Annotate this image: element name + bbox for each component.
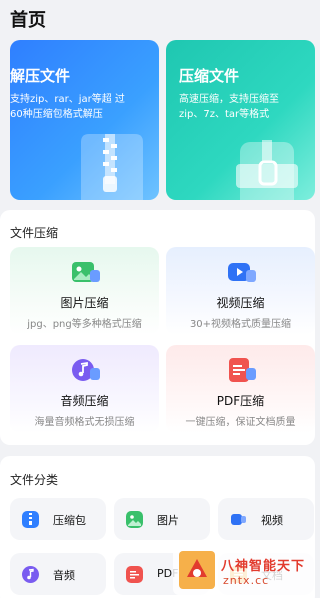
video-icon: [228, 263, 256, 282]
watermark: 八神智能天下 zntx.cc: [173, 545, 315, 595]
compress-files-card[interactable]: 压缩文件 高速压缩，支持压缩至zip、7z、tar等格式: [166, 40, 315, 200]
feature-desc: 30+视频格式质量压缩: [189, 319, 292, 330]
compress-card-title: 压缩文件: [179, 67, 240, 85]
watermark-text: 八神智能天下: [221, 559, 306, 574]
image-icon: [126, 511, 143, 528]
category-label: 图片: [157, 514, 179, 527]
extract-card-desc: 支持zip、rar、jar等超 过60种压缩包格式解压: [10, 94, 125, 120]
pdf-icon: [126, 566, 143, 583]
pdf-icon: [229, 358, 256, 382]
audio-compress-card[interactable]: 音频压缩 海量音频格式无损压缩: [10, 345, 159, 433]
feature-name: PDF压缩: [216, 394, 265, 408]
section-title: 文件分类: [10, 473, 59, 487]
feature-name: 音频压缩: [60, 394, 109, 408]
extract-files-card[interactable]: 解压文件 支持zip、rar、jar等超 过60种压缩包格式解压: [10, 40, 159, 200]
pdf-compress-card[interactable]: PDF压缩 一键压缩，保证文档质量: [166, 345, 315, 433]
watermark-logo-icon: [179, 551, 215, 589]
feature-desc: 一键压缩，保证文档质量: [185, 417, 296, 428]
category-archive[interactable]: 压缩包: [10, 498, 106, 540]
feature-name: 视频压缩: [216, 296, 265, 310]
compress-card-desc: 高速压缩，支持压缩至zip、7z、tar等格式: [179, 94, 279, 120]
category-audio[interactable]: 音频: [10, 553, 106, 595]
feature-desc: 海量音频格式无损压缩: [34, 417, 135, 428]
music-icon: [72, 359, 100, 381]
watermark-url: zntx.cc: [223, 574, 270, 587]
extract-card-title: 解压文件: [10, 67, 71, 85]
music-icon: [22, 566, 39, 583]
category-video[interactable]: 视频: [218, 498, 314, 540]
page-title: 首页: [10, 10, 46, 31]
file-compress-section: 文件压缩 图片压缩 jpg、png等多种格式压缩 视频压缩 30+视频格式质量压…: [0, 210, 315, 445]
image-compress-card[interactable]: 图片压缩 jpg、png等多种格式压缩: [10, 247, 159, 335]
video-icon: [231, 514, 246, 525]
category-label: 视频: [261, 514, 283, 527]
feature-desc: jpg、png等多种格式压缩: [27, 319, 142, 330]
category-label: 音频: [53, 569, 75, 582]
category-image[interactable]: 图片: [114, 498, 210, 540]
feature-name: 图片压缩: [60, 296, 109, 310]
category-label: 压缩包: [53, 514, 86, 527]
image-icon: [72, 262, 100, 282]
section-title: 文件压缩: [10, 226, 59, 240]
video-compress-card[interactable]: 视频压缩 30+视频格式质量压缩: [166, 247, 315, 335]
zip-file-icon: [81, 134, 143, 200]
archive-box-icon: [236, 140, 298, 200]
zip-icon: [22, 511, 39, 528]
